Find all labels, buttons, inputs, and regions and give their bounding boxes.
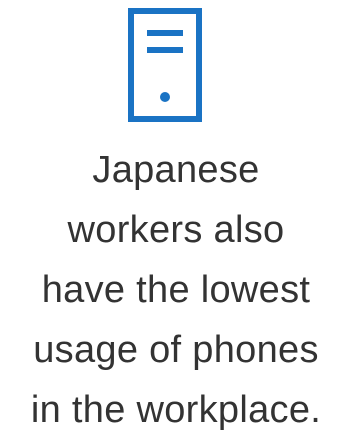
caption-line-2: workers also — [67, 209, 285, 251]
caption-line-3: have the lowest — [41, 269, 311, 311]
caption-line-5: in the workplace. — [30, 389, 322, 431]
caption-line-4: usage of phones — [33, 329, 319, 371]
caption-line-1: Japanese — [92, 149, 260, 191]
phone-icon — [128, 8, 202, 122]
infographic-card: Japanese workers also have the lowest us… — [0, 0, 352, 438]
caption-text: Japanese workers also have the lowest us… — [0, 140, 352, 440]
